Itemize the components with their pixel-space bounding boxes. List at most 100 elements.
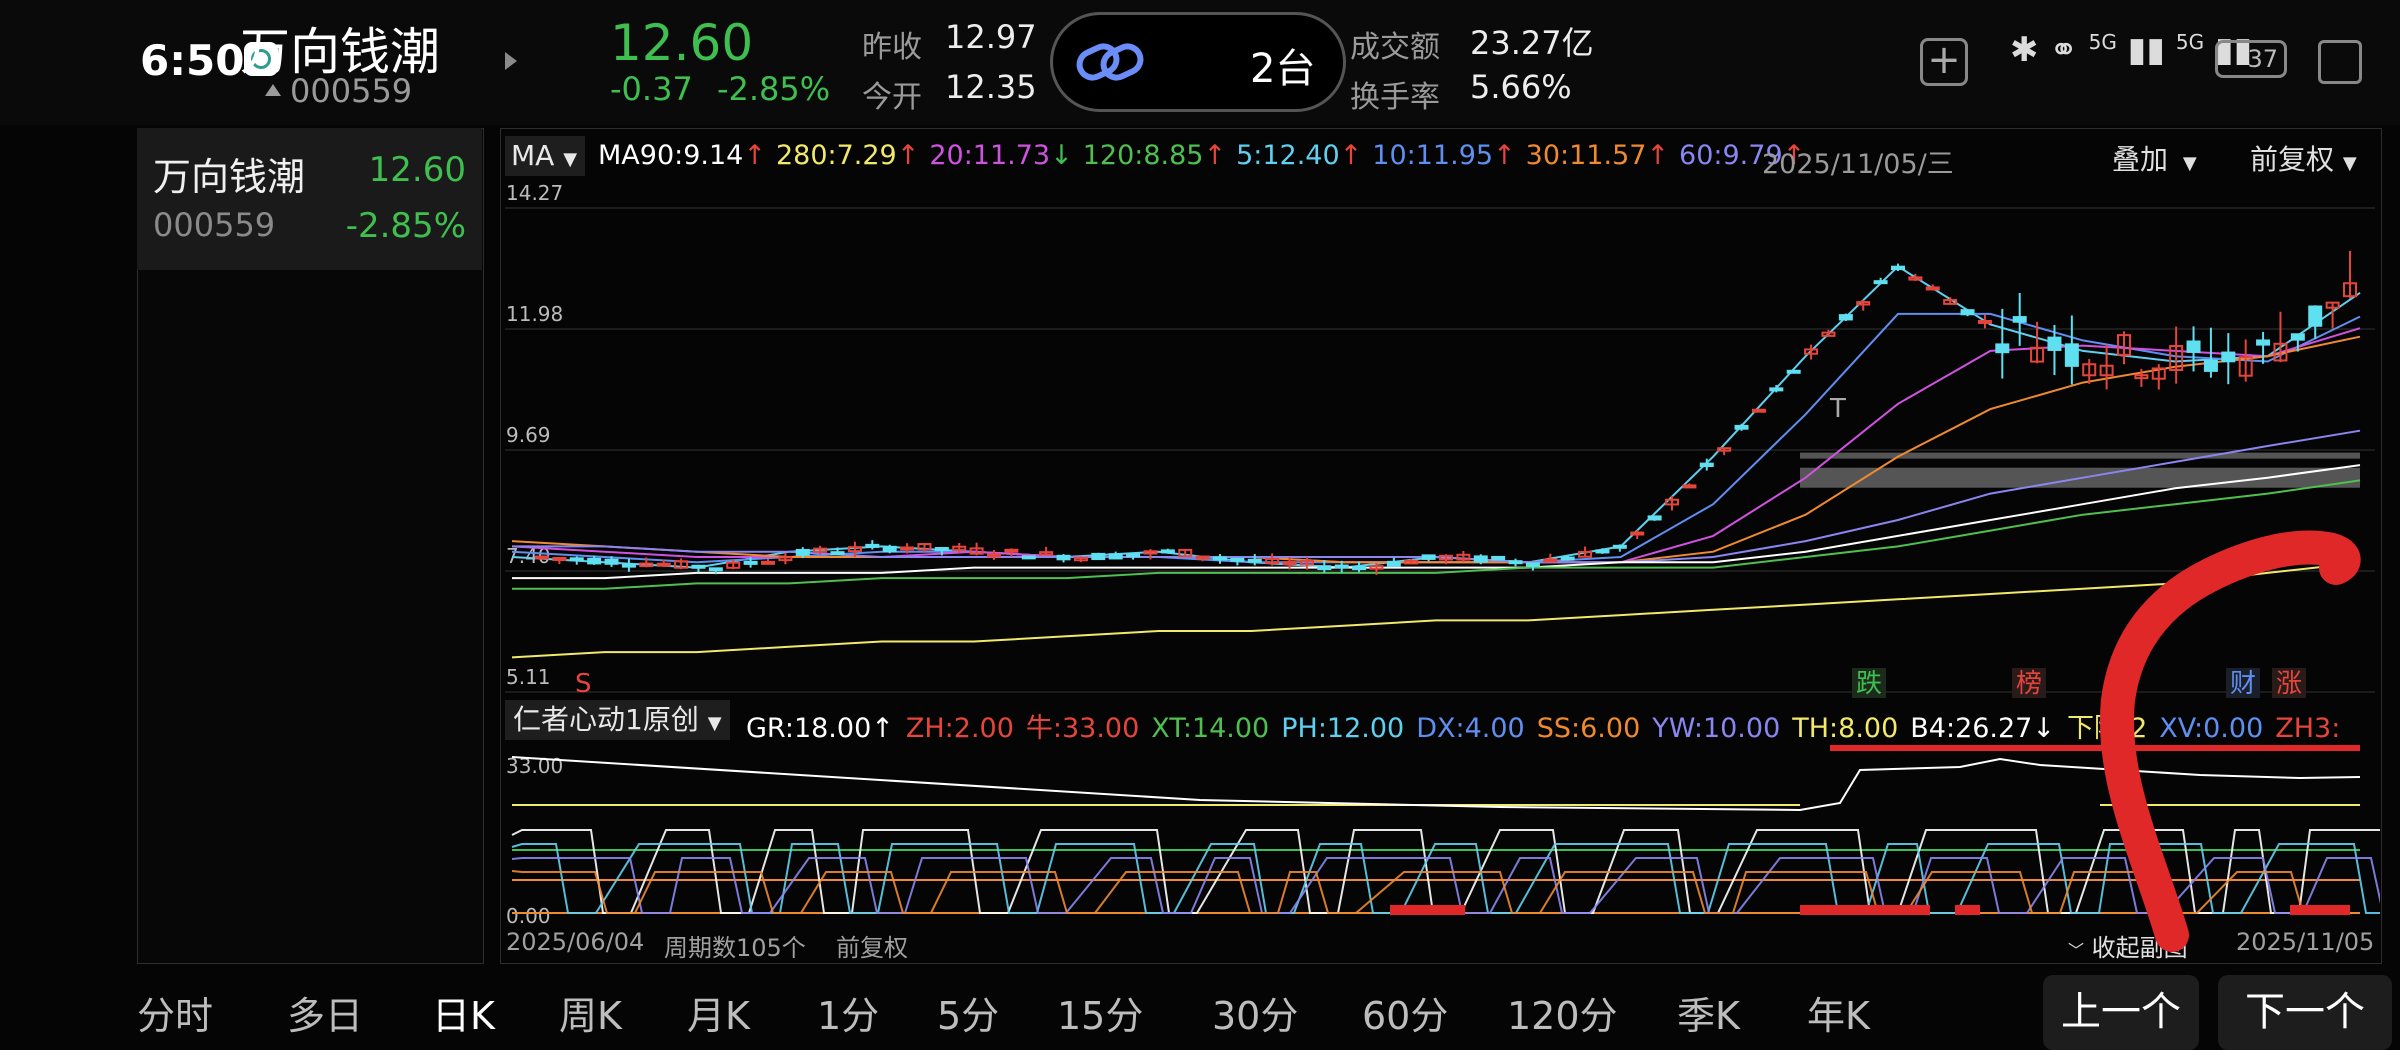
candle-body: [795, 548, 810, 556]
next-button[interactable]: 下一个: [2218, 975, 2392, 1050]
tab-0[interactable]: 分时: [137, 985, 213, 1040]
adjust-label: 前复权: [2250, 143, 2335, 176]
price-tick-label: 9.69: [506, 423, 551, 447]
change-value: -0.37: [610, 70, 693, 108]
candle-body: [1925, 286, 1940, 291]
candle-body: [1508, 560, 1523, 565]
candle-body: [743, 560, 758, 565]
indicator-line-gr: [511, 756, 2361, 812]
candle-body: [761, 560, 775, 565]
candle-body: [1647, 515, 1662, 521]
indicator-legend-item: B4:26.27↓: [1910, 713, 2055, 744]
ma-selector-label: MA: [511, 139, 555, 172]
ma-line-280: [511, 561, 2361, 659]
candle-body: [1891, 265, 1905, 271]
candle-body: [708, 567, 723, 572]
candle-body: [1421, 554, 1436, 560]
candle-body: [1213, 556, 1227, 561]
candle-body: [1838, 314, 1853, 321]
tab-7[interactable]: 15分: [1057, 985, 1143, 1040]
candle-body: [621, 563, 636, 568]
candle-body: [2012, 316, 2027, 323]
chevron-right-icon[interactable]: [505, 52, 517, 70]
indicator-subchart[interactable]: 33.000.00: [500, 745, 2380, 925]
trend-arrow-icon: ↓: [1050, 140, 1073, 171]
candle-body: [1491, 555, 1506, 561]
tab-4[interactable]: 月K: [687, 985, 750, 1040]
status-time: 6:50: [140, 36, 245, 85]
candle-body: [987, 553, 1001, 558]
tab-3[interactable]: 周K: [559, 985, 622, 1040]
dropdown-icon: ▼: [2342, 153, 2357, 174]
candle-body: [2064, 343, 2079, 367]
turnover-label: 成交额: [1350, 30, 1440, 65]
ma-legend-item: 120:8.85↑: [1082, 140, 1227, 171]
overlay-selector[interactable]: 叠加 ▼: [2112, 138, 2197, 178]
tab-5[interactable]: 1分: [817, 985, 879, 1040]
indicator-legend-item: GR:18.00↑: [746, 713, 894, 744]
collapse-window-icon[interactable]: [2318, 40, 2362, 84]
candle-body: [2186, 340, 2201, 353]
candle-body: [830, 551, 845, 556]
candle-body: [569, 557, 584, 562]
ma-legend-item: 20:11.73↓: [929, 140, 1073, 171]
candle-body: [1786, 369, 1801, 374]
watchlist-item-name: 万向钱潮: [153, 155, 306, 199]
trend-arrow-icon: ↑: [1203, 140, 1227, 171]
tab-2[interactable]: 日K: [432, 985, 495, 1040]
battery-icon: 37: [2215, 40, 2287, 78]
trend-arrow-icon: ↑: [1646, 140, 1670, 171]
tab-12[interactable]: 年K: [1807, 985, 1870, 1040]
candle-body: [1595, 549, 1610, 554]
tab-11[interactable]: 季K: [1677, 985, 1740, 1040]
candle-body: [1630, 531, 1645, 536]
ma-legend-item: MA90:9.14↑: [598, 140, 766, 171]
chevron-down-icon: ﹀: [2068, 941, 2085, 960]
indicator-name: 仁者心动1原创: [513, 703, 699, 736]
watchlist-item[interactable]: 万向钱潮 12.60 000559 -2.85%: [137, 128, 482, 270]
tab-9[interactable]: 60分: [1362, 985, 1448, 1040]
indicator-legend-item: ZH:2.00: [905, 713, 1014, 744]
indicator-legend-item: ZH3:: [2275, 713, 2341, 744]
indicator-legend-item: PH:12.00: [1281, 713, 1405, 744]
indicator-red-underline: [1830, 745, 2360, 751]
signal-icon: ▮▮: [2127, 30, 2166, 70]
price-tick-label: 14.27: [506, 181, 563, 205]
candle-body: [1195, 555, 1210, 560]
candle-body: [2047, 336, 2062, 351]
candle-body: [1525, 562, 1540, 567]
marker-bang: 榜: [2016, 669, 2042, 699]
tab-10[interactable]: 120分: [1507, 985, 1618, 1040]
indicator-selector[interactable]: 仁者心动1原创 ▼: [505, 700, 730, 740]
indicator-red-bar: [1955, 905, 1980, 915]
current-price: 12.60: [610, 14, 754, 72]
collapse-subchart-button[interactable]: ﹀ 收起副图: [2068, 928, 2188, 963]
chart-date: 2025/11/05/三: [1762, 149, 1954, 180]
watchlist-item-code: 000559: [153, 206, 276, 244]
indicator-legend-item: YW:10.00: [1652, 713, 1781, 744]
price-change: -0.37 -2.85%: [610, 70, 830, 108]
indicator-legend-item: 牛:33.00: [1025, 713, 1140, 744]
resistance-band: [1800, 452, 2360, 459]
prev-button[interactable]: 上一个: [2043, 975, 2199, 1050]
candle-body: [2221, 351, 2236, 363]
add-icon[interactable]: +: [1920, 38, 1968, 86]
tab-8[interactable]: 30分: [1212, 985, 1298, 1040]
tab-1[interactable]: 多日: [287, 985, 363, 1040]
change-percent: -2.85%: [716, 70, 831, 108]
ma-legend-item: 5:12.40↑: [1236, 140, 1363, 171]
trend-arrow-icon: ↑: [896, 140, 920, 171]
tab-6[interactable]: 5分: [937, 985, 999, 1040]
up-triangle-icon: [265, 84, 281, 96]
candle-body: [2203, 359, 2218, 372]
dropdown-icon: ▼: [707, 713, 722, 734]
kline-candlestick-chart[interactable]: 14.2711.989.697.405.11 ST跌榜财涨: [500, 180, 2380, 700]
marker-zhang: 涨: [2276, 669, 2302, 699]
candle-body: [934, 546, 949, 551]
ma-selector[interactable]: MA ▼: [505, 136, 585, 176]
candle-body: [1612, 544, 1627, 549]
turnover-rate-label: 换手率: [1350, 80, 1440, 115]
adjust-selector[interactable]: 前复权 ▼: [2250, 138, 2357, 178]
price-tick-label: 11.98: [506, 302, 563, 326]
turnover-value: 23.27亿: [1470, 24, 1594, 62]
